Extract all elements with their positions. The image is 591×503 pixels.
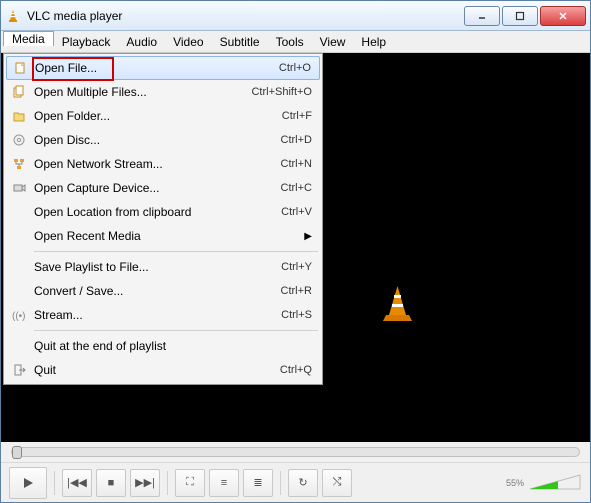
minimize-button[interactable]	[464, 6, 500, 26]
window-controls	[464, 6, 586, 26]
menubar: Media Open File...Ctrl+OOpen Multiple Fi…	[1, 31, 590, 53]
menu-separator	[34, 251, 318, 252]
volume-slider[interactable]	[528, 473, 582, 493]
stream-icon: ((•))	[11, 307, 27, 323]
menu-separator	[34, 330, 318, 331]
separator	[54, 471, 55, 495]
seek-track[interactable]	[11, 447, 580, 457]
menu-item-label: Quit at the end of playlist	[34, 339, 166, 353]
menu-video[interactable]: Video	[165, 31, 211, 52]
playlist-button[interactable]: ≣	[243, 469, 273, 497]
menu-help[interactable]: Help	[353, 31, 394, 52]
media-dropdown: Open File... Ctrl+O Open Multiple Files...…	[3, 53, 323, 385]
menu-shortcut: Ctrl+Q	[280, 364, 312, 376]
menu-item-label: Convert / Save...	[34, 284, 123, 298]
menu-item-label: Open Folder...	[34, 109, 110, 123]
menu-item-label: Stream...	[34, 308, 83, 322]
volume-percent: 55%	[506, 478, 524, 488]
menu-shortcut: Ctrl+D	[281, 134, 312, 146]
menu-item-label: Open Multiple Files...	[34, 85, 147, 99]
menu-item-label: Quit	[34, 363, 56, 377]
menu-item-open-location-from-clipboard[interactable]: Open Location from clipboard Ctrl+V	[6, 200, 320, 224]
menu-shortcut: Ctrl+Shift+O	[251, 86, 312, 98]
menu-item-label: Open Disc...	[34, 133, 100, 147]
menu-shortcut: Ctrl+O	[279, 62, 311, 74]
quit-icon	[11, 362, 27, 378]
separator	[167, 471, 168, 495]
files-icon	[11, 84, 27, 100]
seek-bar	[1, 442, 590, 462]
app-window: VLC media player Media Open File...Ctrl+…	[0, 0, 591, 503]
previous-button[interactable]: |◀◀	[62, 469, 92, 497]
menu-item-open-multiple-files[interactable]: Open Multiple Files... Ctrl+Shift+O	[6, 80, 320, 104]
menu-item-open-file[interactable]: Open File... Ctrl+O	[6, 56, 320, 80]
stop-button[interactable]: ■	[96, 469, 126, 497]
window-title: VLC media player	[27, 9, 464, 23]
svg-text:((•)): ((•))	[12, 311, 26, 322]
next-button[interactable]: ▶▶|	[130, 469, 160, 497]
menu-media-wrapper: Media Open File...Ctrl+OOpen Multiple Fi…	[3, 31, 54, 52]
playback-controls: |◀◀ ■ ▶▶| ⛶ ≡ ≣ ↻ ⤭ 55%	[1, 462, 590, 502]
menu-item-label: Open Location from clipboard	[34, 205, 191, 219]
menu-shortcut: Ctrl+Y	[281, 261, 312, 273]
menu-tools[interactable]: Tools	[268, 31, 312, 52]
menu-item-open-recent-media[interactable]: Open Recent Media ▶	[6, 224, 320, 248]
submenu-arrow-icon: ▶	[304, 231, 312, 242]
menu-item-save-playlist-to-file[interactable]: Save Playlist to File... Ctrl+Y	[6, 255, 320, 279]
menu-item-open-folder[interactable]: Open Folder... Ctrl+F	[6, 104, 320, 128]
menu-audio[interactable]: Audio	[118, 31, 165, 52]
folder-icon	[11, 108, 27, 124]
shuffle-button[interactable]: ⤭	[322, 469, 352, 497]
menu-item-label: Open Recent Media	[34, 229, 141, 243]
titlebar: VLC media player	[1, 1, 590, 31]
menu-shortcut: Ctrl+S	[281, 309, 312, 321]
vlc-cone-icon	[380, 283, 415, 323]
menu-item-label: Open Network Stream...	[34, 157, 163, 171]
loop-button[interactable]: ↻	[288, 469, 318, 497]
menu-shortcut: Ctrl+V	[281, 206, 312, 218]
menu-item-label: Open File...	[35, 61, 97, 75]
menu-playback[interactable]: Playback	[54, 31, 119, 52]
menu-shortcut: Ctrl+R	[281, 285, 312, 297]
menu-shortcut: Ctrl+N	[281, 158, 312, 170]
menu-item-quit[interactable]: Quit Ctrl+Q	[6, 358, 320, 382]
file-icon	[12, 60, 28, 76]
fullscreen-button[interactable]: ⛶	[175, 469, 205, 497]
menu-item-open-capture-device[interactable]: Open Capture Device... Ctrl+C	[6, 176, 320, 200]
menu-item-convert-save[interactable]: Convert / Save... Ctrl+R	[6, 279, 320, 303]
menu-item-label: Open Capture Device...	[34, 181, 159, 195]
menu-subtitle[interactable]: Subtitle	[212, 31, 268, 52]
maximize-button[interactable]	[502, 6, 538, 26]
menu-view[interactable]: View	[312, 31, 354, 52]
menu-item-open-network-stream[interactable]: Open Network Stream... Ctrl+N	[6, 152, 320, 176]
separator	[280, 471, 281, 495]
play-button[interactable]	[9, 467, 47, 499]
seek-knob[interactable]	[12, 446, 22, 459]
network-icon	[11, 156, 27, 172]
menu-item-stream[interactable]: ((•)) Stream... Ctrl+S	[6, 303, 320, 327]
disc-icon	[11, 132, 27, 148]
menu-item-quit-at-the-end-of-playlist[interactable]: Quit at the end of playlist	[6, 334, 320, 358]
menu-item-label: Save Playlist to File...	[34, 260, 149, 274]
menu-media[interactable]: Media	[3, 31, 54, 46]
vlc-app-icon	[5, 8, 21, 24]
close-button[interactable]	[540, 6, 586, 26]
extended-settings-button[interactable]: ≡	[209, 469, 239, 497]
menu-shortcut: Ctrl+C	[281, 182, 312, 194]
capture-icon	[11, 180, 27, 196]
menu-item-open-disc[interactable]: Open Disc... Ctrl+D	[6, 128, 320, 152]
volume-control: 55%	[506, 473, 582, 493]
menu-shortcut: Ctrl+F	[282, 110, 312, 122]
